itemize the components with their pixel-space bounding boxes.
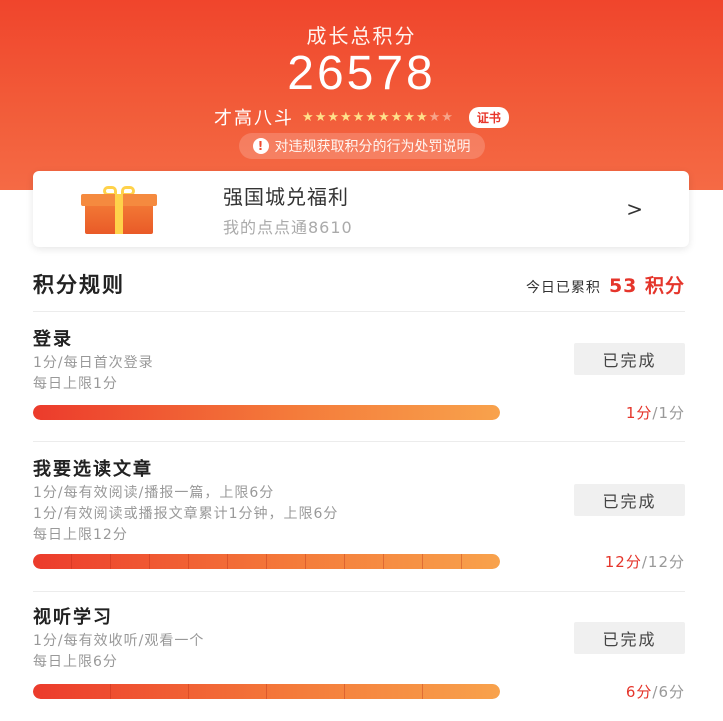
score-max: 1分 — [658, 404, 685, 422]
rule-desc: 1分/每有效收听/观看一个 每日上限6分 — [33, 631, 204, 673]
rule-item-audiovisual: 视听学习 1分/每有效收听/观看一个 每日上限6分 已完成 6分/6分 — [33, 591, 685, 721]
certificate-button[interactable]: 证书 — [468, 106, 509, 128]
star-empty-icon: ★ — [441, 109, 453, 125]
completed-button[interactable]: 已完成 — [574, 622, 685, 654]
chevron-right-icon: > — [626, 197, 643, 221]
rule-name: 登录 — [33, 329, 73, 350]
progress-tick — [188, 684, 189, 699]
welfare-card-text: 强国城兑福利 我的点点通8610 — [223, 181, 626, 238]
star-filled-icon: ★ — [415, 109, 428, 125]
progress-tick — [188, 554, 189, 569]
score-max: 6分 — [658, 683, 685, 701]
rule-desc-line: 每日上限1分 — [33, 376, 118, 392]
star-filled-icon: ★ — [340, 109, 352, 125]
star-filled-icon: ★ — [365, 109, 377, 125]
score-max: 12分 — [647, 553, 685, 571]
welfare-subtitle: 我的点点通8610 — [223, 217, 353, 237]
rank-title: 才高八斗 — [214, 108, 295, 129]
progress-tick — [305, 554, 306, 569]
progress-ticks — [33, 405, 500, 420]
score-header: 成长总积分 26578 才高八斗 ★ ★ ★ ★ ★ ★ ★ ★ ★ ★ ★ ★ 证书 ! 对违规获取… — [0, 0, 723, 190]
rule-item-reading: 我要选读文章 1分/每有效阅读/播报一篇，上限6分 1分/有效阅读或播报文章累计… — [33, 441, 685, 591]
progress-ticks — [33, 684, 500, 699]
score-got: 1分 — [625, 404, 653, 422]
progress-bar — [33, 554, 500, 569]
today-points: 今日已累积 53 积分 — [526, 271, 685, 298]
progress-ticks — [33, 554, 500, 569]
welfare-title: 强国城兑福利 — [223, 184, 349, 209]
divider — [33, 591, 685, 592]
rule-name: 视听学习 — [33, 607, 113, 628]
points-page: 成长总积分 26578 才高八斗 ★ ★ ★ ★ ★ ★ ★ ★ ★ ★ ★ ★ 证书 ! 对违规获取… — [0, 0, 723, 721]
progress-bar — [33, 684, 500, 699]
star-filled-icon: ★ — [314, 109, 327, 125]
progress-tick — [422, 554, 423, 569]
progress-bar — [33, 405, 500, 420]
progress-tick — [461, 554, 462, 569]
star-filled-icon: ★ — [377, 109, 390, 125]
rule-score: 1分/1分 — [626, 402, 685, 423]
progress-tick — [344, 554, 345, 569]
progress-tick — [422, 684, 423, 699]
rule-score: 12分/12分 — [605, 551, 685, 572]
warning-icon: ! — [252, 138, 269, 154]
rank-row: 才高八斗 ★ ★ ★ ★ ★ ★ ★ ★ ★ ★ ★ ★ 证书 — [0, 104, 723, 130]
score-got: 6分 — [625, 683, 653, 701]
star-empty-icon: ★ — [428, 109, 441, 125]
progress-tick — [149, 554, 150, 569]
progress-tick — [344, 684, 345, 699]
progress-tick — [266, 554, 267, 569]
rule-score: 6分/6分 — [626, 681, 685, 702]
rule-desc-line: 1分/有效阅读或播报文章累计1分钟，上限6分 — [33, 506, 339, 522]
rules-header: 积分规则 今日已累积 53 积分 — [33, 268, 685, 300]
gift-icon — [81, 186, 157, 234]
total-score: 26578 — [287, 47, 436, 100]
star-filled-icon: ★ — [327, 109, 340, 125]
rule-desc: 1分/每日首次登录 每日上限1分 — [33, 353, 154, 395]
completed-button[interactable]: 已完成 — [574, 484, 685, 516]
score-label: 成长总积分 — [306, 24, 417, 48]
progress-tick — [383, 554, 384, 569]
welfare-card[interactable]: 强国城兑福利 我的点点通8610 > — [33, 171, 689, 247]
progress-tick — [227, 554, 228, 569]
penalty-notice-link[interactable]: ! 对违规获取积分的行为处罚说明 — [238, 133, 485, 159]
today-label: 今日已累积 — [525, 279, 601, 296]
rule-name: 我要选读文章 — [33, 459, 153, 480]
star-filled-icon: ★ — [302, 109, 314, 125]
divider — [33, 311, 685, 312]
rule-desc-line: 1分/每有效阅读/播报一篇，上限6分 — [33, 485, 275, 501]
progress-tick — [71, 554, 72, 569]
today-value: 53 积分 — [608, 274, 685, 297]
score-got: 12分 — [604, 553, 642, 571]
rank-stars: ★ ★ ★ ★ ★ ★ ★ ★ ★ ★ ★ ★ — [302, 111, 453, 124]
rule-desc-line: 1分/每日首次登录 — [33, 355, 154, 371]
progress-tick — [110, 684, 111, 699]
rule-desc-line: 1分/每有效收听/观看一个 — [33, 633, 205, 649]
star-filled-icon: ★ — [403, 109, 415, 125]
rule-desc-line: 每日上限6分 — [33, 654, 118, 670]
progress-tick — [266, 684, 267, 699]
rule-item-login: 登录 1分/每日首次登录 每日上限1分 已完成 1分/1分 — [33, 311, 685, 441]
completed-button[interactable]: 已完成 — [574, 343, 685, 375]
rule-desc: 1分/每有效阅读/播报一篇，上限6分 1分/有效阅读或播报文章累计1分钟，上限6… — [33, 483, 338, 546]
rules-title: 积分规则 — [33, 272, 125, 297]
divider — [33, 441, 685, 442]
star-filled-icon: ★ — [390, 109, 403, 125]
rule-desc-line: 每日上限12分 — [33, 527, 128, 543]
star-filled-icon: ★ — [352, 109, 365, 125]
notice-text: 对违规获取积分的行为处罚说明 — [274, 139, 471, 155]
progress-tick — [110, 554, 111, 569]
